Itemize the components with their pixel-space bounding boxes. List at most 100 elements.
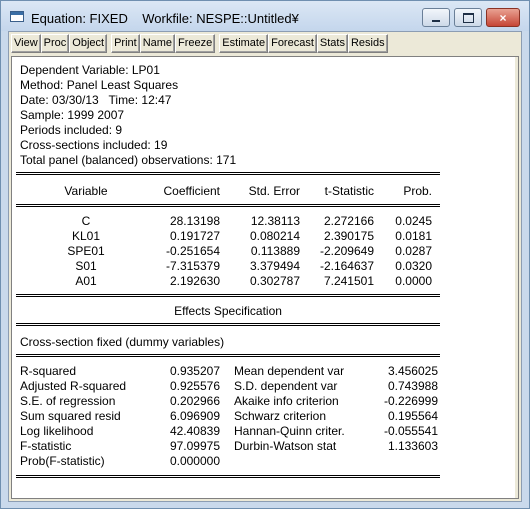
divider — [16, 477, 440, 478]
stat-label: Adjusted R-squared — [20, 379, 127, 393]
cross-section-spec: Cross-section fixed (dummy variables) — [20, 335, 225, 349]
stat-value: 0.202966 — [169, 394, 220, 408]
stat-label: Log likelihood — [20, 424, 94, 438]
close-button[interactable]: × — [486, 8, 520, 27]
stat-value: 42.40839 — [169, 424, 220, 438]
method: Method: Panel Least Squares — [20, 78, 179, 92]
t-statistic: 2.272166 — [323, 214, 374, 228]
stat-value: 0.000000 — [169, 454, 220, 468]
window-icon — [10, 11, 24, 22]
std-error: 0.080214 — [249, 229, 300, 243]
close-icon: × — [499, 10, 507, 25]
sample: Sample: 1999 2007 — [20, 108, 125, 122]
variable-name: KL01 — [71, 229, 101, 243]
variable-name: C — [81, 214, 91, 228]
stat-label: S.E. of regression — [20, 394, 116, 408]
col-header-std-error: Std. Error — [248, 184, 300, 198]
stat-label: Mean dependent var — [234, 364, 345, 378]
print-button[interactable]: Print — [111, 34, 140, 53]
maximize-icon — [462, 12, 474, 23]
view-button[interactable]: View — [11, 34, 41, 53]
coefficient: -7.315379 — [165, 259, 220, 273]
stat-label: Hannan-Quinn criter. — [234, 424, 345, 438]
variable-name: S01 — [75, 259, 97, 273]
std-error: 3.379494 — [249, 259, 300, 273]
divider — [16, 475, 440, 476]
divider — [16, 204, 440, 205]
coefficient: -0.251654 — [165, 244, 220, 258]
stat-value: 0.743988 — [387, 379, 438, 393]
coefficient: 28.13198 — [169, 214, 220, 228]
t-statistic: -2.209649 — [319, 244, 374, 258]
stat-label: Akaike info criterion — [234, 394, 339, 408]
col-header-prob: Prob. — [403, 184, 432, 198]
col-header-coefficient: Coefficient — [163, 184, 220, 198]
divider — [16, 296, 440, 297]
title-bar[interactable]: Equation: FIXED Workfile: NESPE::Untitle… — [1, 1, 529, 31]
effects-spec-title: Effects Specification — [174, 304, 282, 318]
t-statistic: 7.241501 — [323, 274, 374, 288]
scrollbar[interactable] — [515, 57, 518, 498]
freeze-button[interactable]: Freeze — [175, 34, 216, 53]
variable-name: A01 — [75, 274, 97, 288]
stat-value: -0.226999 — [383, 394, 438, 408]
stat-value: 6.096909 — [169, 409, 220, 423]
stat-label: F-statistic — [20, 439, 72, 453]
std-error: 0.113889 — [250, 244, 300, 258]
t-statistic: -2.164637 — [319, 259, 374, 273]
divider — [16, 323, 440, 324]
col-header-t-statistic: t-Statistic — [324, 184, 374, 198]
coefficient: 0.191727 — [169, 229, 220, 243]
date-time: Date: 03/30/13 Time: 12:47 — [20, 93, 172, 107]
resids-button[interactable]: Resids — [347, 34, 388, 53]
stat-label: R-squared — [20, 364, 77, 378]
stat-label: Prob(F-statistic) — [20, 454, 105, 468]
toolbar: View Proc Object Print Name Freeze Estim… — [11, 34, 388, 53]
prob: 0.0245 — [395, 214, 432, 228]
stat-value: -0.055541 — [383, 424, 438, 438]
coefficient: 2.192630 — [169, 274, 220, 288]
minimize-icon — [432, 19, 440, 22]
object-button[interactable]: Object — [69, 34, 108, 53]
forecast-button[interactable]: Forecast — [268, 34, 317, 53]
stat-label: S.D. dependent var — [234, 379, 338, 393]
prob: 0.0000 — [395, 274, 432, 288]
stat-label: Durbin-Watson stat — [234, 439, 337, 453]
window-title: Equation: FIXED Workfile: NESPE::Untitle… — [31, 11, 299, 26]
prob: 0.0287 — [395, 244, 432, 258]
std-error: 0.302787 — [249, 274, 300, 288]
stat-value: 1.133603 — [387, 439, 438, 453]
divider — [16, 354, 440, 355]
stat-label: Sum squared resid — [20, 409, 121, 423]
divider — [16, 172, 440, 173]
prob: 0.0181 — [395, 229, 432, 243]
dependent-variable: Dependent Variable: LP01 — [20, 63, 160, 77]
name-button[interactable]: Name — [139, 34, 176, 53]
stat-value: 0.935207 — [169, 364, 220, 378]
divider — [16, 294, 440, 295]
divider — [16, 356, 440, 357]
maximize-button[interactable] — [454, 8, 482, 27]
window-body: View Proc Object Print Name Freeze Estim… — [8, 31, 522, 502]
std-error: 12.38113 — [250, 214, 300, 228]
output-view[interactable]: Dependent Variable: LP01 Method: Panel L… — [11, 56, 519, 499]
stat-value: 3.456025 — [387, 364, 438, 378]
divider — [16, 174, 440, 175]
total-observations: Total panel (balanced) observations: 171 — [20, 153, 237, 167]
t-statistic: 2.390175 — [323, 229, 374, 243]
stat-value: 0.925576 — [169, 379, 220, 393]
divider — [16, 206, 440, 207]
equation-window: Equation: FIXED Workfile: NESPE::Untitle… — [0, 0, 530, 509]
stat-label: Schwarz criterion — [234, 409, 327, 423]
estimate-button[interactable]: Estimate — [219, 34, 269, 53]
col-header-variable: Variable — [64, 184, 108, 198]
divider — [16, 325, 440, 326]
cross-sections-included: Cross-sections included: 19 — [20, 138, 168, 152]
minimize-button[interactable] — [422, 8, 450, 27]
periods-included: Periods included: 9 — [20, 123, 123, 137]
proc-button[interactable]: Proc — [40, 34, 70, 53]
stats-button[interactable]: Stats — [316, 34, 348, 53]
stat-value: 97.09975 — [169, 439, 220, 453]
prob: 0.0320 — [395, 259, 432, 273]
variable-name: SPE01 — [67, 244, 105, 258]
